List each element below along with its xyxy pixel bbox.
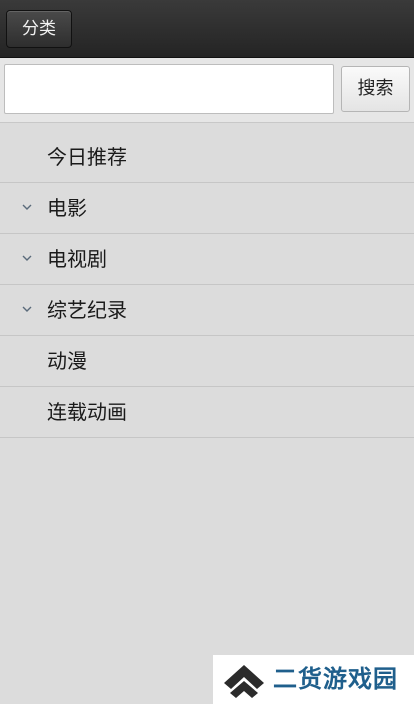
search-input[interactable] xyxy=(4,64,334,114)
search-button[interactable]: 搜索 xyxy=(341,66,410,112)
list-item-serial-animation[interactable]: 连载动画 xyxy=(0,387,414,438)
category-list: 今日推荐 电影 电视剧 综艺纪录 动漫 连载动画 xyxy=(0,132,414,438)
chevron-down-icon xyxy=(22,306,32,312)
list-item-variety-documentary[interactable]: 综艺纪录 xyxy=(0,285,414,336)
list-item-label: 动漫 xyxy=(47,349,87,373)
chevron-down-icon xyxy=(22,204,32,210)
list-item-label: 连载动画 xyxy=(47,400,127,424)
double-chevron-up-logo-icon xyxy=(224,665,264,698)
list-item-movie[interactable]: 电影 xyxy=(0,183,414,234)
chevron-down-icon xyxy=(22,255,32,261)
list-item-label: 今日推荐 xyxy=(47,145,127,169)
search-bar: 搜索 xyxy=(0,58,414,123)
category-button[interactable]: 分类 xyxy=(6,10,72,48)
watermark-text: 二货游戏园 xyxy=(273,665,398,693)
watermark: 二货游戏园 xyxy=(213,655,414,704)
list-item-anime[interactable]: 动漫 xyxy=(0,336,414,387)
list-item-label: 电视剧 xyxy=(47,247,107,271)
list-item-label: 电影 xyxy=(47,196,87,220)
top-bar: 分类 xyxy=(0,0,414,58)
list-item-label: 综艺纪录 xyxy=(47,298,127,322)
list-item-tv-series[interactable]: 电视剧 xyxy=(0,234,414,285)
list-item-today-recommend[interactable]: 今日推荐 xyxy=(0,132,414,183)
app-screen: 分类 搜索 今日推荐 电影 电视剧 综艺纪录 动漫 连载动画 二货游戏园 xyxy=(0,0,414,704)
